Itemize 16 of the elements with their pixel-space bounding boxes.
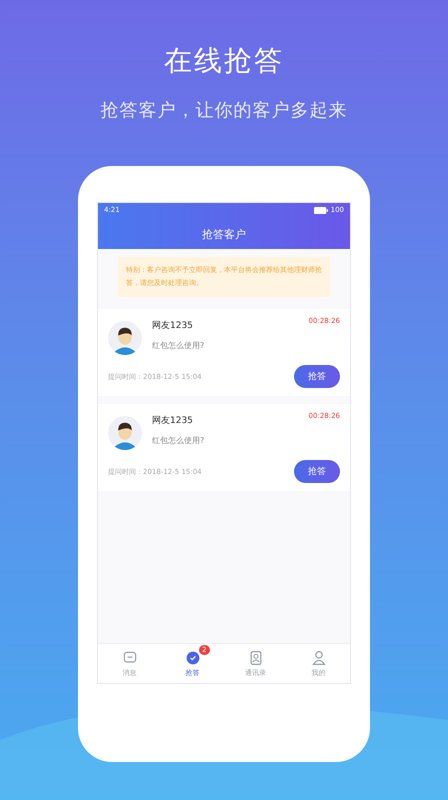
avatar-icon (108, 416, 142, 450)
check-circle-icon (184, 650, 200, 666)
subheadline: 抢答客户，让你的客户多起来 (100, 99, 348, 122)
question-text: 红包怎么使用? (152, 435, 206, 446)
grab-button[interactable]: 抢答 (294, 365, 340, 388)
user-name: 网友1235 (152, 320, 194, 332)
user-name: 网友1235 (152, 414, 194, 427)
grab-button[interactable]: 抢答 (294, 460, 340, 483)
contact-card-icon (248, 650, 264, 666)
headline: 在线抢答 (164, 43, 284, 79)
screen-title: 抢答客户 (201, 227, 247, 242)
person-icon (310, 650, 326, 666)
avatar-icon (108, 321, 142, 355)
question-text: 红包怎么使用? (152, 340, 206, 351)
chat-icon (122, 650, 138, 666)
battery-icon (314, 206, 328, 214)
